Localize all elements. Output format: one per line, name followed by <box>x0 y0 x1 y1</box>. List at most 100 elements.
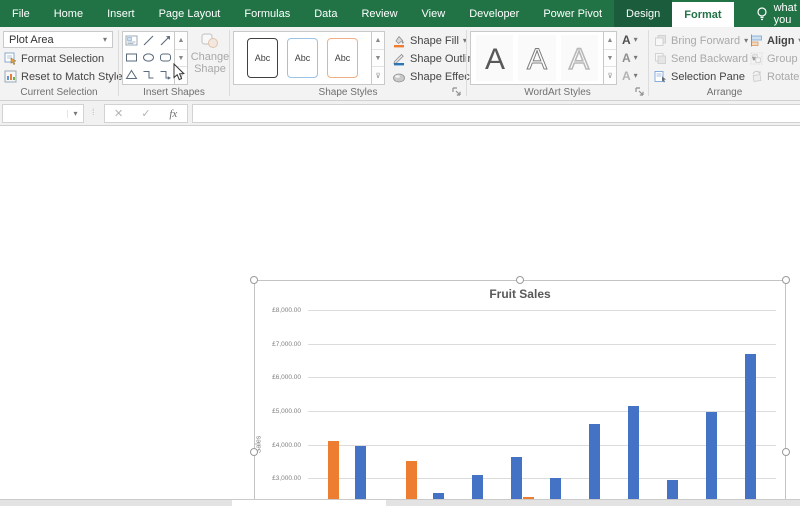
tab-data[interactable]: Data <box>302 0 349 27</box>
horizontal-scrollbar-gap <box>232 499 386 506</box>
gallery-scroll-up-icon[interactable]: ▲ <box>175 32 187 50</box>
chart-handle-top-right[interactable] <box>782 276 790 284</box>
y-axis-tick-label[interactable]: £7,000.00 <box>255 341 301 348</box>
shape-style-orange[interactable]: Abc <box>327 38 358 78</box>
gallery-more-icon[interactable]: ⊽ <box>604 67 616 84</box>
y-axis-tick-label[interactable]: £4,000.00 <box>255 442 301 449</box>
tab-file[interactable]: File <box>0 0 42 27</box>
tab-format[interactable]: Format <box>672 2 733 27</box>
shape-styles-dialog-launcher-icon[interactable] <box>452 87 462 97</box>
chart[interactable]: Fruit Sales Sales Month ApplesBananas £0… <box>254 280 786 506</box>
bar-group <box>698 310 737 506</box>
y-axis-tick-label[interactable]: £8,000.00 <box>255 307 301 314</box>
chart-title[interactable]: Fruit Sales <box>255 287 785 301</box>
bar-group <box>386 310 425 506</box>
line-shape-icon[interactable] <box>142 34 155 47</box>
triangle-shape-icon[interactable] <box>125 68 138 81</box>
selection-pane-button[interactable]: Selection Pane <box>654 68 745 85</box>
chart-handle-middle-left[interactable] <box>250 448 258 456</box>
name-box[interactable]: ▾ <box>2 104 84 123</box>
bar-group <box>737 310 776 506</box>
gallery-scroll-up-icon[interactable]: ▲ <box>372 32 384 50</box>
wordart-gallery[interactable]: A A A <box>470 31 604 85</box>
chart-handle-top-left[interactable] <box>250 276 258 284</box>
chevron-down-icon: ▾ <box>634 72 638 80</box>
format-selection-icon <box>4 52 17 65</box>
y-axis-tick-label[interactable]: £5,000.00 <box>255 408 301 415</box>
group-current-selection: Plot Area ▾ Format Selection <box>0 27 118 100</box>
formula-bar-splitter[interactable]: ⁞ <box>92 107 95 117</box>
tab-formulas[interactable]: Formulas <box>232 0 302 27</box>
bar-apples-feb[interactable] <box>355 446 366 506</box>
reset-to-match-style-button[interactable]: Reset to Match Style <box>4 68 123 85</box>
cancel-icon[interactable]: ✕ <box>105 107 132 120</box>
horizontal-scrollbar-right[interactable] <box>386 499 800 506</box>
tab-review[interactable]: Review <box>349 0 409 27</box>
wordart-styles-dialog-launcher-icon[interactable] <box>635 87 645 97</box>
bar-group <box>503 310 542 506</box>
wordart-gallery-scroll[interactable]: ▲ ▼ ⊽ <box>604 31 617 85</box>
elbow-connector-shape-icon[interactable] <box>142 68 155 81</box>
text-outline-button[interactable]: A ▾ <box>622 50 638 66</box>
gallery-scroll-down-icon[interactable]: ▼ <box>604 50 616 68</box>
chart-handle-middle-right[interactable] <box>782 448 790 456</box>
worksheet[interactable]: Fruit Sales Sales Month ApplesBananas £0… <box>0 126 800 499</box>
wordart-style-fill-dark[interactable]: A <box>476 35 513 81</box>
shape-fill-button[interactable]: Shape Fill ▾ <box>392 32 467 49</box>
bar-bananas-jan[interactable] <box>328 441 339 506</box>
mouse-cursor <box>173 63 186 82</box>
oval-shape-icon[interactable] <box>142 51 155 64</box>
tab-design[interactable]: Design <box>614 0 672 27</box>
formula-bar-buttons: ✕ ✓ fx <box>104 104 188 123</box>
tab-page-layout[interactable]: Page Layout <box>147 0 233 27</box>
shape-fill-label: Shape Fill <box>410 35 459 47</box>
insert-function-icon[interactable]: fx <box>160 108 187 120</box>
bar-apples-aug[interactable] <box>589 424 600 506</box>
chevron-down-icon: ▾ <box>634 54 638 62</box>
change-shape-button: Change Shape <box>194 33 226 87</box>
text-fill-button[interactable]: A ▾ <box>622 32 638 48</box>
formula-input[interactable] <box>192 104 800 123</box>
rectangle-shape-icon[interactable] <box>125 51 138 64</box>
shape-style-black[interactable]: Abc <box>247 38 278 78</box>
chart-handle-top-center[interactable] <box>516 276 524 284</box>
chevron-down-icon[interactable]: ▾ <box>67 110 83 118</box>
elbow-arrow-connector-shape-icon[interactable] <box>159 68 172 81</box>
align-button[interactable]: Align ▾ <box>750 32 800 49</box>
rotate-icon <box>750 70 763 83</box>
tab-power-pivot[interactable]: Power Pivot <box>531 0 614 27</box>
enter-icon[interactable]: ✓ <box>132 107 159 120</box>
shape-style-blue[interactable]: Abc <box>287 38 318 78</box>
shape-style-gallery[interactable]: Abc Abc Abc <box>233 31 372 85</box>
bar-apples-dec[interactable] <box>745 354 756 506</box>
tab-developer[interactable]: Developer <box>457 0 531 27</box>
bar-apples-nov[interactable] <box>706 412 717 506</box>
shape-style-gallery-scroll[interactable]: ▲ ▼ ⊽ <box>372 31 385 85</box>
gallery-more-icon[interactable]: ⊽ <box>372 67 384 84</box>
group-label-insert-shapes: Insert Shapes <box>119 87 229 98</box>
arrow-shape-icon[interactable] <box>159 34 172 47</box>
text-box-shape-icon[interactable] <box>125 34 138 47</box>
tab-insert[interactable]: Insert <box>95 0 147 27</box>
tab-view[interactable]: View <box>410 0 458 27</box>
y-axis-tick-label[interactable]: £3,000.00 <box>255 475 301 482</box>
horizontal-scrollbar-left[interactable] <box>0 499 232 506</box>
tell-me-box[interactable]: Tell me what you want to do <box>756 0 800 27</box>
group-objects-icon <box>750 52 763 65</box>
chart-element-selector[interactable]: Plot Area ▾ <box>3 31 113 48</box>
bar-group <box>464 310 503 506</box>
tab-home[interactable]: Home <box>42 0 95 27</box>
shape-gallery[interactable] <box>122 31 175 85</box>
bar-apples-sep[interactable] <box>628 406 639 506</box>
chevron-down-icon: ▾ <box>744 37 748 45</box>
gallery-scroll-up-icon[interactable]: ▲ <box>604 32 616 50</box>
lightbulb-icon <box>756 7 768 21</box>
rounded-rectangle-shape-icon[interactable] <box>159 51 172 64</box>
wordart-style-outline-light[interactable]: A <box>561 35 598 81</box>
y-axis-tick-label[interactable]: £6,000.00 <box>255 374 301 381</box>
text-effects-button[interactable]: A ▾ <box>622 68 638 84</box>
gallery-scroll-down-icon[interactable]: ▼ <box>372 50 384 68</box>
wordart-style-outline-dark[interactable]: A <box>518 35 555 81</box>
plot-area[interactable] <box>308 310 776 506</box>
format-selection-button[interactable]: Format Selection <box>4 50 104 67</box>
